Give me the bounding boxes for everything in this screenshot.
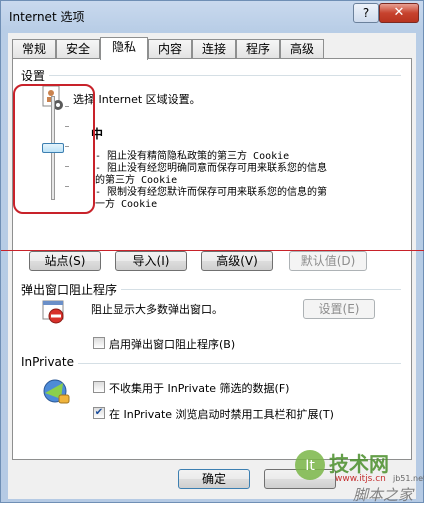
watermark-sub-text: 脚本之家: [353, 486, 414, 504]
inprivate-divider: [21, 363, 401, 364]
slider-tick: [65, 186, 69, 187]
inprivate-disable-toolbars-label: 在 InPrivate 浏览启动时禁用工具栏和扩展(T): [109, 408, 334, 421]
popup-settings-button[interactable]: 设置(E): [303, 299, 375, 319]
tab-programs[interactable]: 程序: [236, 39, 280, 58]
watermark-url: www.itjs.cn: [335, 474, 386, 484]
inprivate-group-label: InPrivate: [21, 355, 78, 369]
close-button[interactable]: ✕: [379, 3, 419, 23]
sites-button[interactable]: 站点(S): [29, 251, 101, 271]
tab-general[interactable]: 常规: [12, 39, 56, 58]
inprivate-filter-checkbox[interactable]: [93, 381, 105, 393]
help-button[interactable]: ?: [353, 3, 379, 23]
tab-strip: 常规 安全 隐私 内容 连接 程序 高级: [12, 37, 412, 60]
internet-options-window: Internet 选项 ? ✕ 常规 安全 隐私 内容 连接 程序 高级 设置 …: [0, 0, 424, 504]
popup-description: 阻止显示大多数弹出窗口。: [91, 303, 223, 316]
watermark-main-text: 技术网: [329, 452, 389, 476]
slider-tick: [65, 146, 69, 147]
tab-connections[interactable]: 连接: [192, 39, 236, 58]
inprivate-disable-toolbars-checkbox[interactable]: ✔: [93, 407, 105, 419]
popup-enable-checkbox[interactable]: [93, 337, 105, 349]
title-bar: Internet 选项 ? ✕: [1, 1, 423, 31]
site-watermark: It 技术网 www.itjs.cn jb51.net 脚本之家: [293, 442, 424, 504]
default-button[interactable]: 默认值(D): [289, 251, 367, 271]
svg-text:It: It: [305, 458, 315, 474]
popup-blocker-icon: [42, 300, 64, 324]
popup-enable-label: 启用弹出窗口阻止程序(B): [109, 338, 236, 351]
window-title: Internet 选项: [9, 10, 85, 24]
slider-tick: [65, 166, 69, 167]
inprivate-filter-label: 不收集用于 InPrivate 筛选的数据(F): [109, 382, 290, 395]
watermark-small: jb51.net: [393, 474, 424, 483]
watermark-logo-icon: It: [295, 450, 325, 480]
ok-button[interactable]: 确定: [178, 469, 250, 489]
inprivate-icon: [43, 379, 70, 404]
tab-privacy[interactable]: 隐私: [100, 37, 148, 60]
tab-advanced[interactable]: 高级: [280, 39, 324, 58]
import-button[interactable]: 导入(I): [115, 251, 187, 271]
tab-security[interactable]: 安全: [56, 39, 100, 58]
popup-group-label: 弹出窗口阻止程序: [21, 281, 122, 298]
privacy-slider-thumb[interactable]: [42, 143, 64, 153]
settings-group-label: 设置: [21, 67, 50, 84]
slider-tick: [65, 106, 69, 107]
desc-line-5: 一方 Cookie: [95, 199, 158, 210]
tab-content[interactable]: 内容: [148, 39, 192, 58]
settings-divider: [21, 75, 401, 76]
slider-tick: [65, 126, 69, 127]
privacy-slider-highlight: [13, 84, 95, 214]
red-annotation-line: [1, 250, 424, 251]
advanced-button[interactable]: 高级(V): [201, 251, 273, 271]
